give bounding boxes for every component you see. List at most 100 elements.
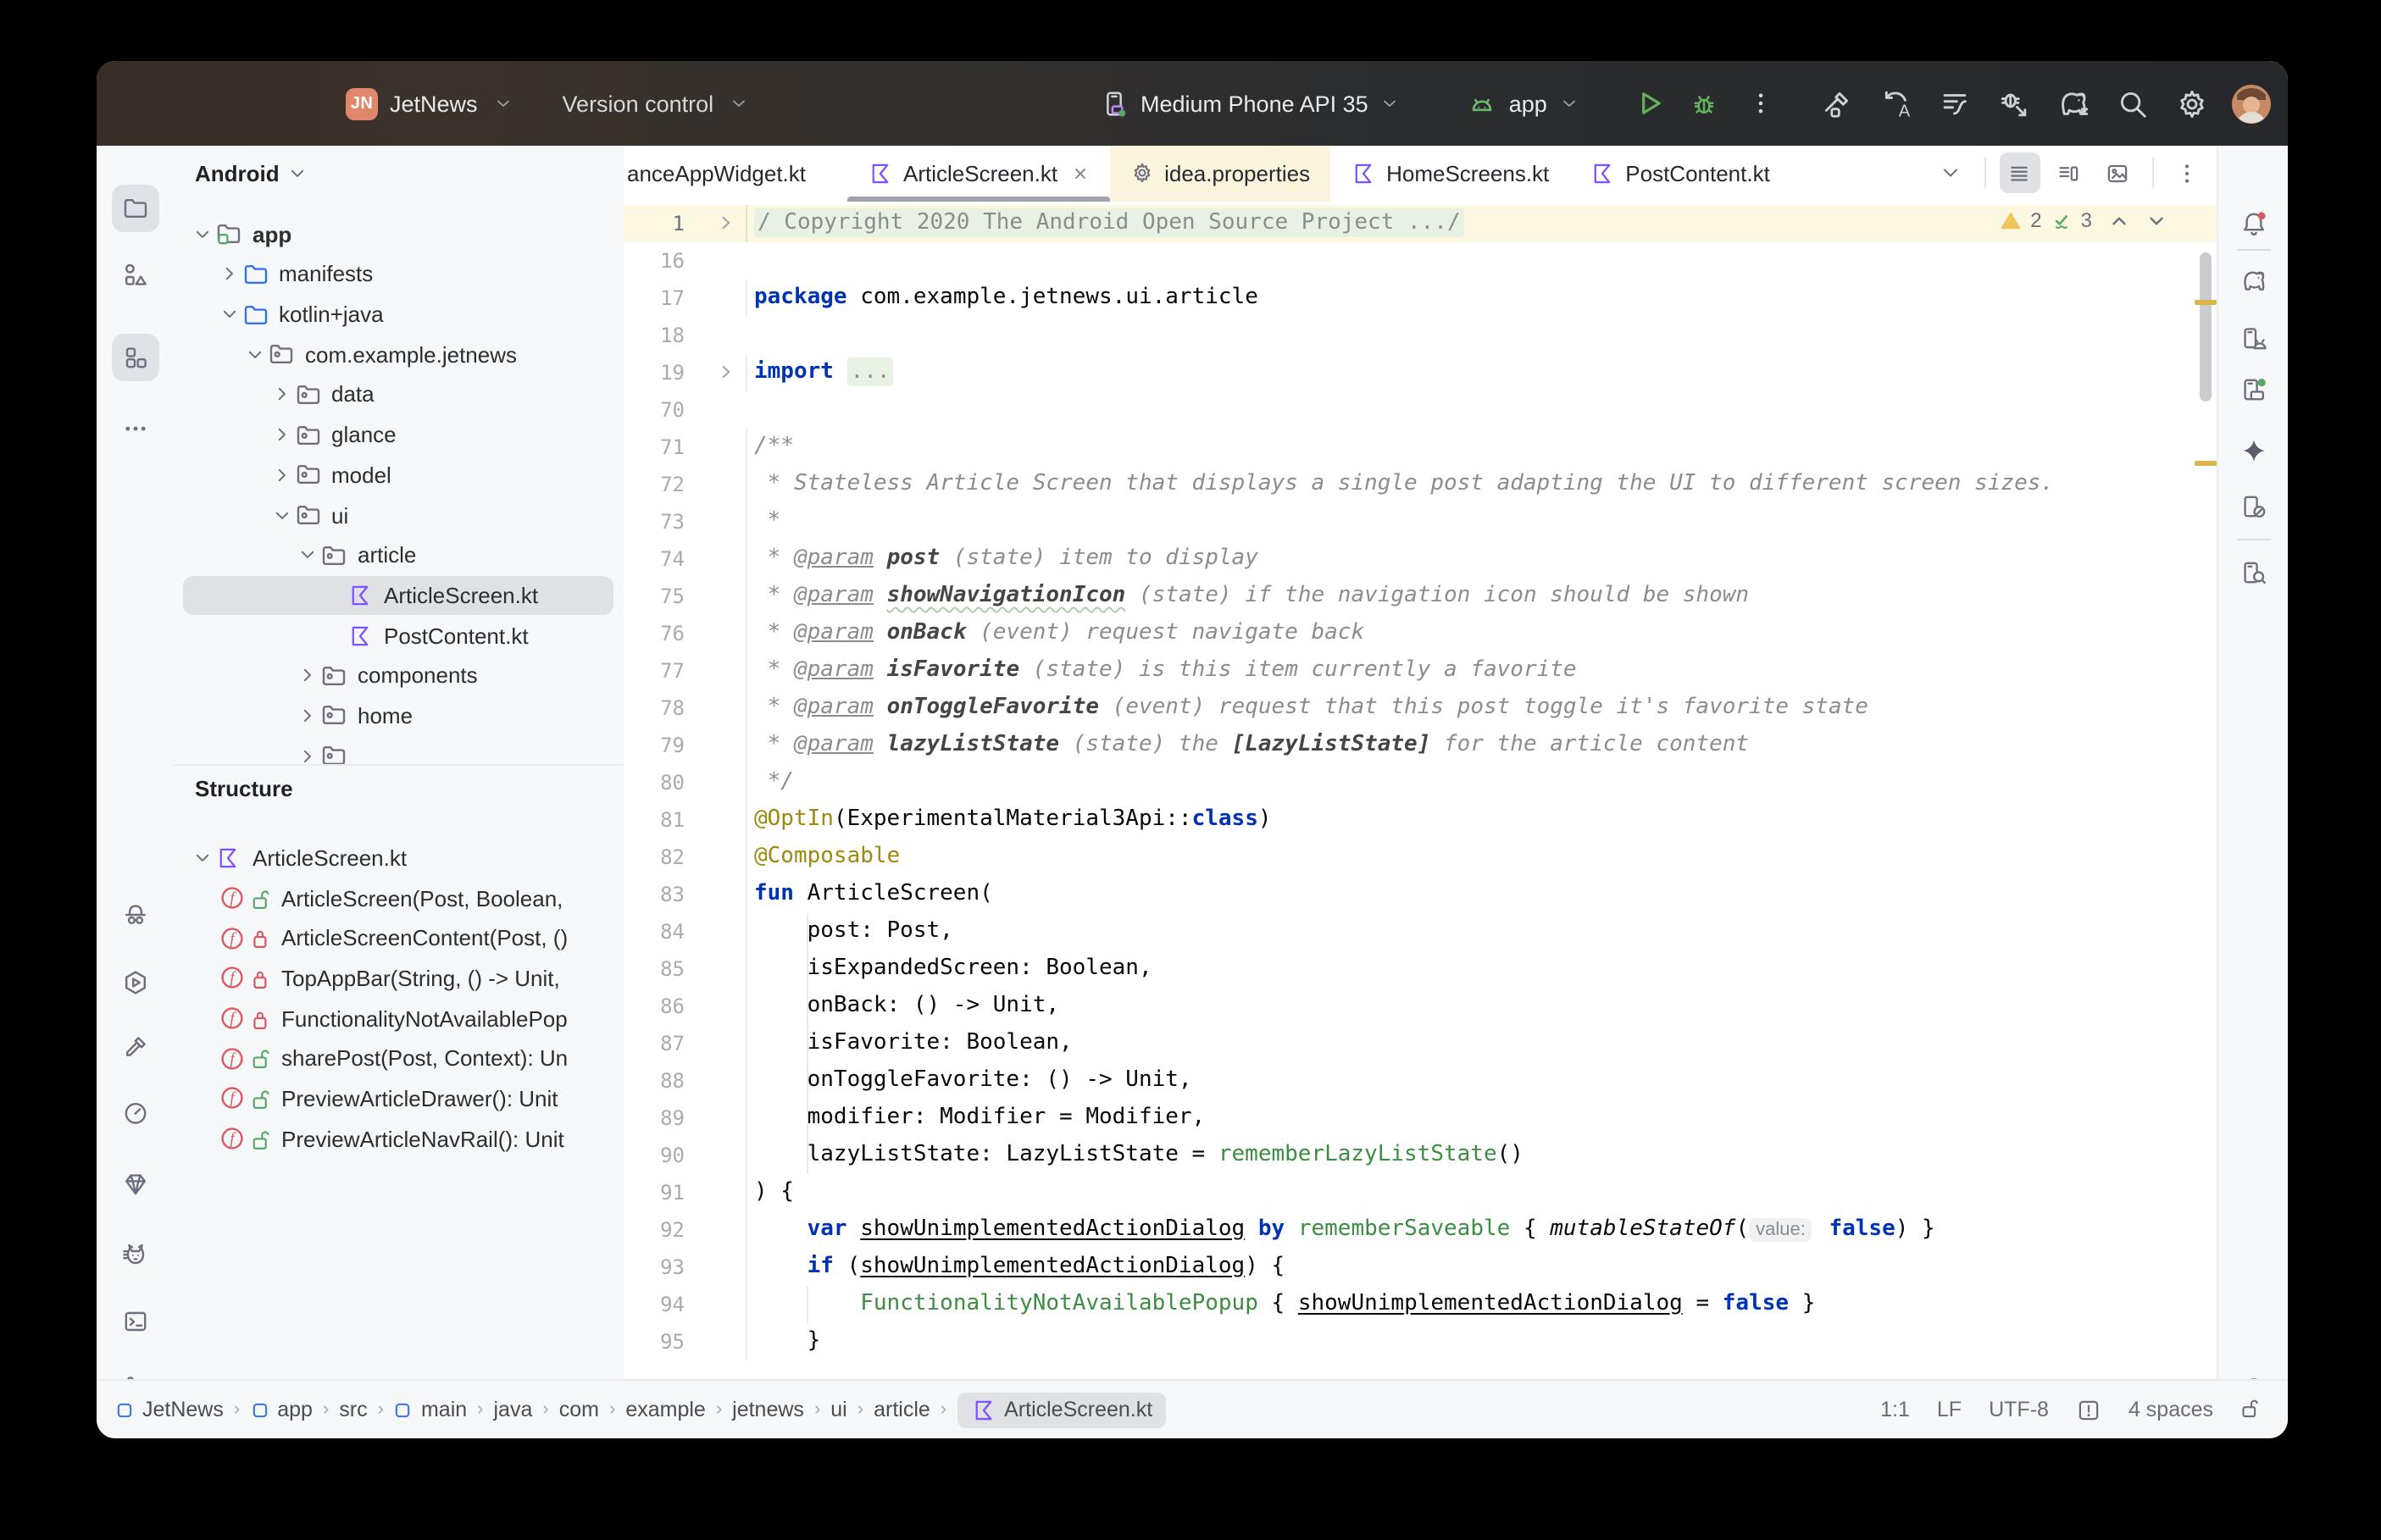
tree-item-article[interactable]: article (183, 535, 613, 575)
tree-item-glance[interactable]: glance (183, 415, 613, 455)
tool-window-notifications[interactable] (2229, 200, 2277, 247)
structure-item[interactable]: f PreviewArticleDrawer(): Unit (183, 1078, 613, 1118)
code-line-75[interactable]: 75 * @param showNavigationIcon (state) i… (624, 577, 2217, 614)
build-hammer-icon[interactable] (1813, 81, 1857, 125)
list-view[interactable] (1999, 152, 2040, 193)
caret-position[interactable]: 1:1 (1880, 1398, 1910, 1421)
code-line-81[interactable]: 81 @OptIn(ExperimentalMaterial3Api::class… (624, 800, 2217, 838)
code-line-73[interactable]: 73 * (624, 502, 2217, 540)
code-line-77[interactable]: 77 * @param isFavorite (state) is this i… (624, 651, 2217, 689)
tree-item-partial[interactable] (183, 736, 613, 763)
inspection-warning-icon[interactable] (2076, 1397, 2101, 1422)
readonly-unlock-icon[interactable] (2240, 1398, 2264, 1421)
attach-debugger-icon[interactable] (1991, 81, 2035, 125)
editor-scrollbar[interactable] (2199, 252, 2211, 402)
settings-gear-icon[interactable] (2169, 81, 2213, 125)
tool-window-device-manager[interactable] (2229, 315, 2277, 363)
structure-item[interactable]: f TopAppBar(String, () -> Unit, (183, 958, 613, 998)
project-selector[interactable]: JetNews (390, 91, 478, 116)
code-line-90[interactable]: 90 lazyListState: LazyListState = rememb… (624, 1136, 2217, 1173)
tool-window-project[interactable] (111, 185, 158, 232)
code-line-1[interactable]: 1 / Copyright 2020 The Android Open Sourc… (624, 204, 2217, 241)
code-line-85[interactable]: 85 isExpandedScreen: Boolean, (624, 950, 2217, 987)
code-line-93[interactable]: 93 if (showUnimplementedActionDialog) { (624, 1248, 2217, 1285)
tool-window-resource-manager[interactable] (111, 251, 158, 298)
code-line-70[interactable]: 70 (624, 391, 2217, 428)
tab-HomeScreens.kt[interactable]: HomeScreens.kt (1330, 146, 1569, 201)
user-avatar[interactable] (2228, 81, 2273, 125)
code-line-91[interactable]: 91) { (624, 1173, 2217, 1210)
tool-window-logcat[interactable] (111, 1232, 158, 1279)
tool-window-more-tool-windows[interactable] (111, 405, 158, 452)
tree-item-app[interactable]: app (183, 214, 613, 254)
breadcrumb-app[interactable]: app (250, 1398, 313, 1421)
indent-setting[interactable]: 4 spaces (2128, 1398, 2213, 1421)
inspection-widget[interactable]: 23 (2000, 206, 2167, 235)
file-encoding[interactable]: UTF-8 (1989, 1398, 2049, 1421)
tool-window-profiler[interactable] (111, 1089, 158, 1137)
breadcrumb-main[interactable]: main (394, 1398, 467, 1421)
profiler-tracks-icon[interactable] (1932, 81, 1976, 125)
structure-item[interactable]: f ArticleScreen(Post, Boolean, (183, 878, 613, 917)
code-line-74[interactable]: 74 * @param post (state) item to display (624, 540, 2217, 577)
tool-window-running-devices[interactable] (2229, 366, 2277, 413)
breadcrumb-com[interactable]: com (559, 1398, 599, 1421)
tool-window-build[interactable] (111, 1023, 158, 1071)
code-line-18[interactable]: 18 (624, 316, 2217, 353)
tab-idea.properties[interactable]: idea.properties (1110, 146, 1331, 201)
structure-item[interactable]: f FunctionalityNotAvailablePop (183, 999, 613, 1039)
code-line-87[interactable]: 87 isFavorite: Boolean, (624, 1024, 2217, 1061)
tool-window-gemini[interactable] (2229, 427, 2277, 474)
tree-item-ui[interactable]: ui (183, 495, 613, 535)
code-line-95[interactable]: 95 } (624, 1322, 2217, 1360)
tree-item-home[interactable]: home (183, 695, 613, 735)
tree-item-model[interactable]: model (183, 455, 613, 495)
breadcrumb-jetnews[interactable]: jetnews (732, 1398, 804, 1421)
device-selector[interactable]: Medium Phone API 35 (1141, 91, 1368, 116)
code-line-78[interactable]: 78 * @param onToggleFavorite (event) req… (624, 689, 2217, 726)
line-ending[interactable]: LF (1937, 1398, 1962, 1421)
project-view-selector[interactable]: Android (173, 146, 624, 202)
code-line-86[interactable]: 86 onBack: () -> Unit, (624, 987, 2217, 1024)
split-view[interactable] (2048, 152, 2089, 193)
tree-item-components[interactable]: components (183, 656, 613, 695)
code-line-82[interactable]: 82 @Composable (624, 838, 2217, 875)
tree-item-kotlin+java[interactable]: kotlin+java (183, 295, 613, 335)
gradle-sync-icon[interactable] (2051, 81, 2095, 125)
breadcrumb-example[interactable]: example (625, 1398, 706, 1421)
code-line-89[interactable]: 89 modifier: Modifier = Modifier, (624, 1099, 2217, 1136)
breadcrumb-ArticleScreen.kt[interactable]: ArticleScreen.kt (957, 1392, 1167, 1427)
tool-window-device-explorer[interactable] (2229, 549, 2277, 596)
breadcrumb-src[interactable]: src (339, 1398, 367, 1421)
tool-window-services[interactable] (111, 959, 158, 1006)
tree-item-com.example.jetnews[interactable]: com.example.jetnews (183, 335, 613, 374)
search-everywhere-icon[interactable] (2110, 81, 2154, 125)
code-line-80[interactable]: 80 */ (624, 763, 2217, 800)
code-line-76[interactable]: 76 * @param onBack (event) request navig… (624, 614, 2217, 651)
structure-root[interactable]: ArticleScreen.kt (183, 838, 613, 878)
tab-list-chevron[interactable] (1929, 152, 1970, 193)
previous-problem-button[interactable] (2107, 209, 2129, 231)
tree-item-manifests[interactable]: manifests (183, 254, 613, 294)
code-editor[interactable]: 1 / Copyright 2020 The Android Open Sourc… (624, 201, 2217, 1381)
code-line-94[interactable]: 94 FunctionalityNotAvailablePopup { show… (624, 1285, 2217, 1322)
tab-anceAppWidget.kt[interactable]: anceAppWidget.kt (624, 146, 847, 201)
vcs-menu[interactable]: Version control (563, 91, 714, 116)
code-line-71[interactable]: 71 /** (624, 428, 2217, 465)
more-run-options[interactable] (1739, 81, 1783, 125)
structure-item[interactable]: f ArticleScreenContent(Post, () (183, 918, 613, 958)
breadcrumb-article[interactable]: article (874, 1398, 930, 1421)
tool-window-structure[interactable] (111, 334, 158, 381)
code-line-17[interactable]: 17 package com.example.jetnews.ui.article (624, 279, 2217, 316)
tree-item-ArticleScreen.kt[interactable]: ArticleScreen.kt (183, 575, 613, 616)
code-line-84[interactable]: 84 post: Post, (624, 912, 2217, 950)
sync-a-icon[interactable]: A (1873, 81, 1917, 125)
structure-item[interactable]: f sharePost(Post, Context): Un (183, 1039, 613, 1078)
breadcrumb-java[interactable]: java (494, 1398, 533, 1421)
structure-item[interactable]: f PreviewArticleNavRail(): Unit (183, 1119, 613, 1159)
next-problem-button[interactable] (2145, 209, 2167, 231)
code-line-16[interactable]: 16 (624, 241, 2217, 279)
run-button[interactable] (1627, 81, 1671, 125)
tab-PostContent.kt[interactable]: PostContent.kt (1569, 146, 1790, 201)
breadcrumb-ui[interactable]: ui (830, 1398, 846, 1421)
